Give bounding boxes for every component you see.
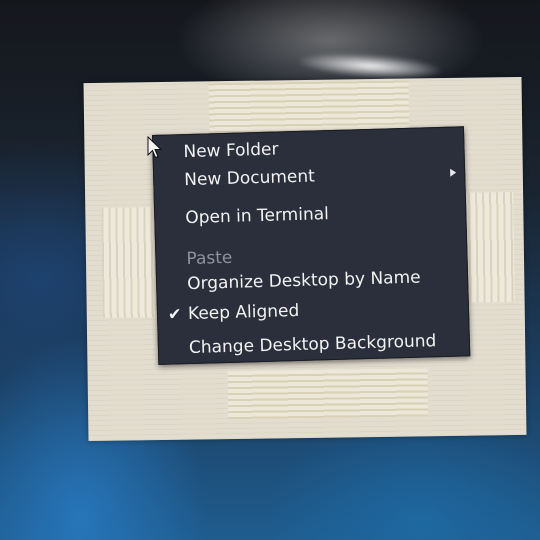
mouse-pointer-icon [147, 136, 163, 159]
menu-item-open-in-terminal[interactable]: Open in Terminal [155, 197, 466, 232]
desktop-context-menu: New Folder New Document Open in Terminal… [152, 126, 471, 365]
checkmark-icon: ✔ [167, 304, 182, 324]
wallpaper-stripe-top [208, 80, 410, 134]
menu-item-label: Keep Aligned [187, 300, 300, 325]
menu-item-label: Organize Desktop by Name [186, 267, 421, 295]
menu-item-keep-aligned[interactable]: ✔ Keep Aligned [158, 293, 469, 328]
screen-glare [299, 50, 441, 82]
menu-item-label: Paste [186, 247, 233, 270]
chevron-right-icon [450, 168, 457, 177]
wallpaper-stripe-right [461, 192, 515, 303]
wallpaper-stripe-bottom [227, 368, 429, 420]
wallpaper-stripe-left [101, 207, 155, 318]
menu-item-label: Change Desktop Background [188, 331, 437, 359]
menu-item-change-desktop-background[interactable]: Change Desktop Background [159, 327, 470, 362]
menu-item-label: New Folder [183, 139, 279, 163]
menu-item-label: New Document [183, 166, 316, 191]
menu-item-label: Open in Terminal [185, 204, 330, 229]
